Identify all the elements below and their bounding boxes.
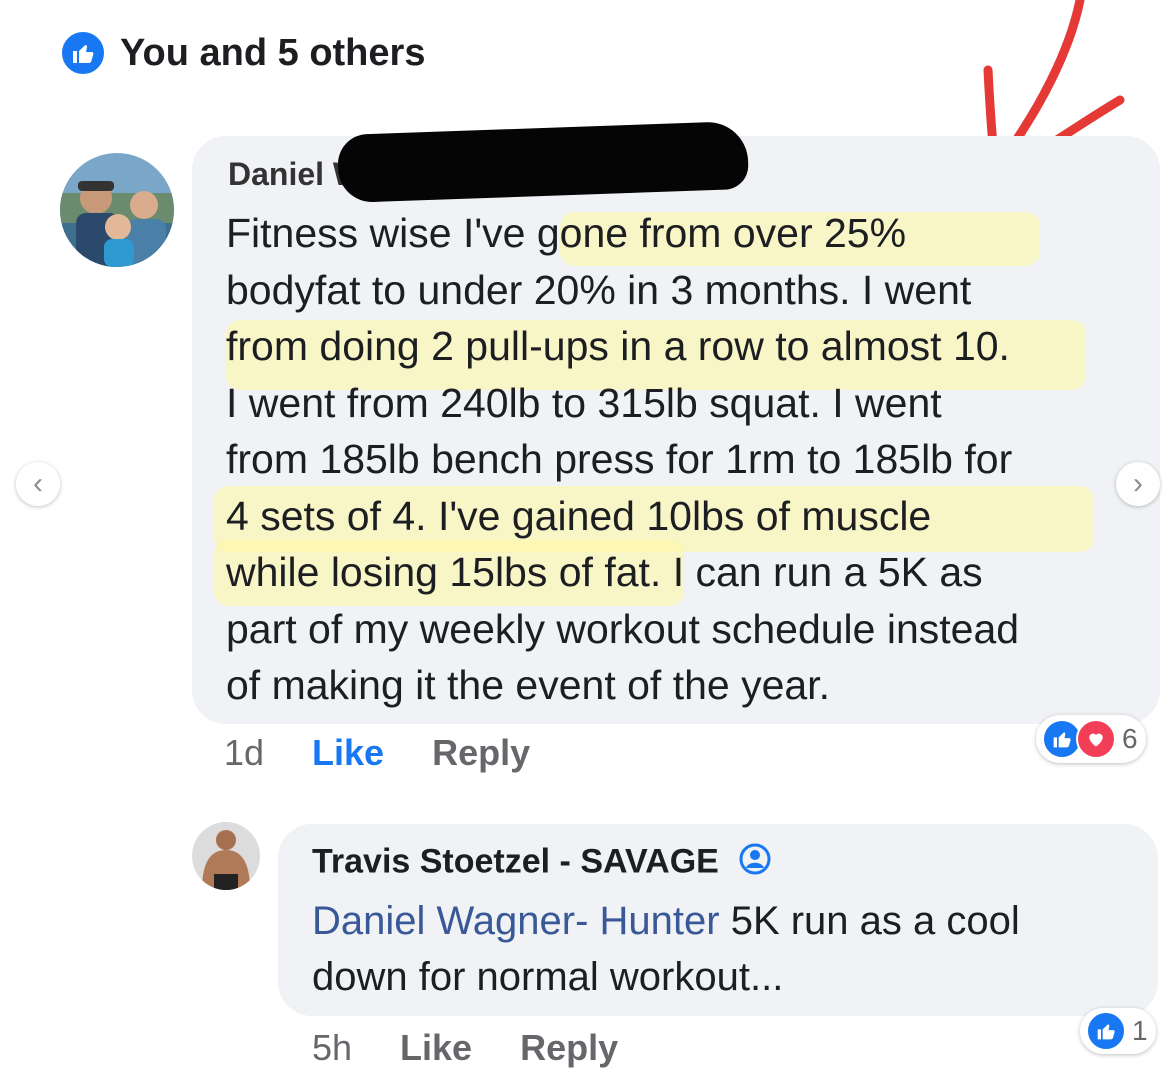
reply-actions: 5h Like Reply [312,1027,618,1069]
redaction-mark [336,120,750,204]
chevron-right-icon: › [1133,467,1143,500]
comment-line: of making it the event of the year. [226,662,830,708]
reply-reaction-summary[interactable]: 1 [1080,1008,1156,1054]
reply-text-line: down for normal workout... [312,955,784,999]
replier-name-text: Travis Stoetzel - SAVAGE [312,842,719,881]
comment-text: Fitness wise I've gone from over 25% bod… [226,205,1136,714]
comment-line: I went from 240lb to 315lb squat. I went [226,379,942,426]
comment-timestamp[interactable]: 1d [224,732,264,774]
likes-summary[interactable]: You and 5 others [60,30,425,76]
reply-text-line: 5K run as a cool [719,899,1020,943]
comment-line: from doing 2 pull-ups in a row to almost… [226,323,1010,369]
like-button[interactable]: Like [312,732,384,774]
carousel-next-button[interactable]: › [1116,462,1160,506]
comment-line: while losing 15lbs of fat. I can run a 5… [226,549,983,595]
like-icon [60,30,106,76]
comment-line: bodyfat to under 20% in 3 months. I went [226,266,972,313]
likes-summary-text: You and 5 others [120,31,426,74]
reply-text: Daniel Wagner- Hunter 5K run as a cool d… [312,893,1132,1005]
comment-line: part of my weekly workout schedule inste… [226,605,1020,652]
reply-button[interactable]: Reply [432,732,530,774]
reply-timestamp[interactable]: 5h [312,1027,352,1069]
profile-badge-icon [738,842,772,885]
reply-like-button[interactable]: Like [400,1027,472,1069]
comment-line: 4 sets of 4. I've gained 10lbs of muscle [226,492,932,539]
reaction-count: 1 [1132,1015,1148,1046]
love-icon [1076,719,1116,759]
chevron-left-icon: ‹ [33,467,43,500]
carousel-prev-button[interactable]: ‹ [16,462,60,506]
replier-name[interactable]: Travis Stoetzel - SAVAGE [312,842,772,885]
mention-link[interactable]: Daniel Wagner- Hunter [312,899,720,943]
commenter-avatar[interactable] [60,153,174,267]
reply-reply-button[interactable]: Reply [520,1027,618,1069]
comment-line: Fitness wise I've gone from over 25% [226,210,907,256]
comment-actions: 1d Like Reply [224,732,530,774]
reaction-summary[interactable]: 6 [1036,715,1146,763]
replier-avatar[interactable] [192,822,260,890]
comment-line: from 185lb bench press for 1rm to 185lb … [226,436,1013,482]
like-icon [1086,1011,1126,1051]
reaction-count: 6 [1122,723,1138,754]
